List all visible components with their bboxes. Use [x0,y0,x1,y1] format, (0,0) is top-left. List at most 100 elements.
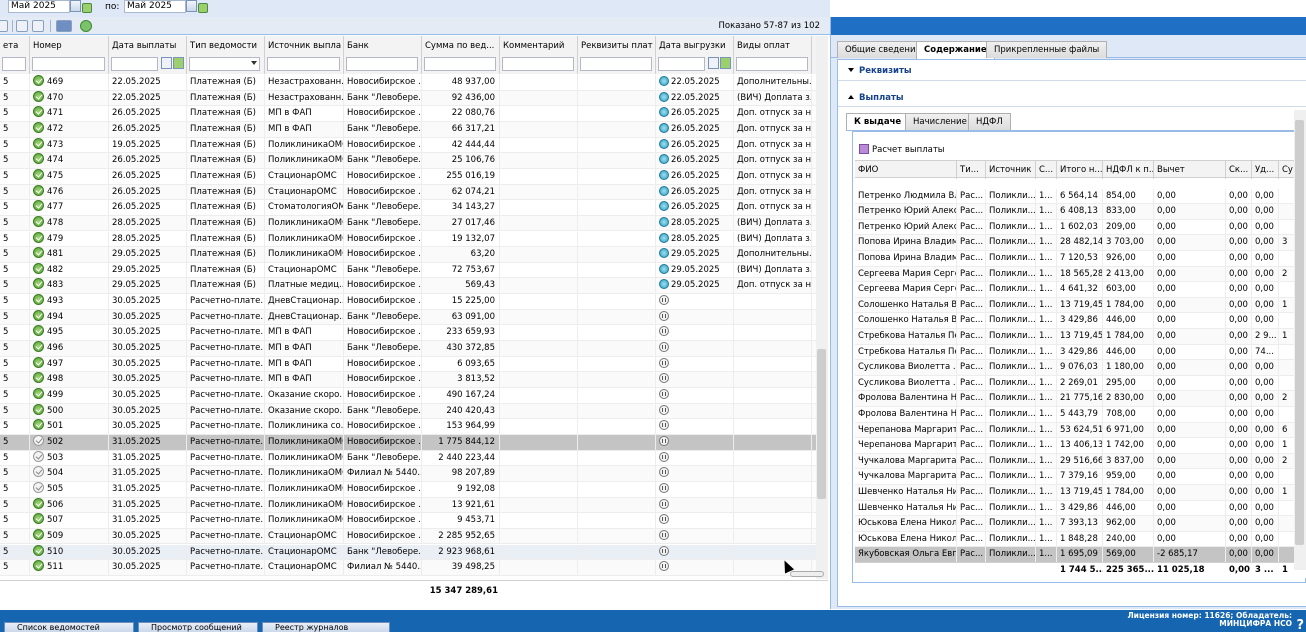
table-row[interactable]: 5 474 26.05.2025 Платежная (Б) ПоликлиникаОМ… [0,153,816,169]
employee-row[interactable]: Чучкалова Маргарита ... Рас... Поликли... 1… [855,469,1306,485]
employee-row[interactable]: Петренко Юрий Алекс... Рас... Поликли... 1.… [855,219,1306,236]
col-header-number[interactable]: Номер [30,36,109,74]
table-row[interactable]: 5 483 29.05.2025 Платежная (Б) Платные медиц… [0,278,816,295]
calendar-icon[interactable] [161,57,172,69]
employee-row[interactable]: Петренко Юрий Алекс... Рас... Поликли... 1.… [855,204,1306,220]
task-messages[interactable]: Просмотр сообщений [138,622,258,632]
employee-row[interactable]: Попова Ирина Владим... Рас... Поликли... 1.… [855,235,1306,251]
col-sk-header[interactable]: Ск... [1226,161,1252,179]
col-header-source[interactable]: Источник выплат [265,36,344,74]
help-icon[interactable]: ? [1296,618,1304,632]
task-statements-list[interactable]: Список ведомостей [4,622,134,632]
employees-vertical-scrollbar[interactable] [1294,110,1306,570]
chevron-down-icon[interactable] [249,57,260,69]
col-ud-header[interactable]: Уд... [1252,161,1279,179]
scroll-thumb[interactable] [817,349,826,499]
table-row[interactable]: 5 472 26.05.2025 Платежная (Б) МП в ФАП Банк … [0,121,816,138]
employee-row[interactable]: Сусликова Виолетта ... Рас... Поликли... 1.… [855,360,1306,376]
column-filter-input[interactable] [2,57,26,71]
table-row[interactable]: 5 473 19.05.2025 Платежная (Б) ПоликлиникаОМ… [0,137,816,154]
employee-row[interactable]: Фролова Валентина Н... Рас... Поликли... 1.… [855,407,1306,423]
date-from-field[interactable]: Май 2025 [8,0,70,13]
table-row[interactable]: 5 482 29.05.2025 Платежная (Б) СтационарОМС Б… [0,262,816,279]
table-row[interactable]: 5 471 26.05.2025 Платежная (Б) МП в ФАП Новос… [0,106,816,122]
employee-row[interactable]: Фролова Валентина Н... Рас... Поликли... 1.… [855,391,1306,407]
section-requisites[interactable]: Реквизиты [848,66,912,76]
tab-attached-files[interactable]: Прикрепленные файлы [986,41,1108,58]
column-filter-input[interactable] [736,57,808,71]
table-row[interactable]: 5 477 26.05.2025 Платежная (Б) СтоматологияО… [0,200,816,216]
add-icon[interactable] [0,20,8,32]
employee-row[interactable]: Шевченко Наталья Ни... Рас... Поликли... 1.… [855,500,1306,517]
table-row[interactable]: 5 506 31.05.2025 Расчетно-плате... Поликлини… [0,497,816,514]
column-filter-input[interactable] [658,57,705,71]
col-type-header[interactable]: Ти... [957,161,986,179]
table-row[interactable]: 5 498 30.05.2025 Расчетно-плате... МП в ФАП Н… [0,372,816,388]
employee-row[interactable]: Солошенко Наталья В... Рас... Поликли... 1.… [855,297,1306,314]
col-header-requisites[interactable]: Реквизиты плат... [578,36,656,74]
table-row[interactable]: 5 505 31.05.2025 Расчетно-плате... Поликлини… [0,481,816,498]
table-row[interactable]: 5 509 30.05.2025 Расчетно-плате... Стационар… [0,528,816,545]
employee-row[interactable]: Черепанова Маргарит... Рас... Поликли... 1.… [855,438,1306,454]
task-journals[interactable]: Реестр журналов [262,622,390,632]
column-filter-input[interactable] [502,57,574,71]
column-filter-input[interactable] [346,57,418,71]
table-row[interactable]: 5 479 28.05.2025 Платежная (Б) ПоликлиникаОМ… [0,231,816,248]
table-row[interactable]: 5 510 30.05.2025 Расчетно-плате... Стационар… [0,544,816,561]
col-s-header[interactable]: С... [1036,161,1057,179]
tab-content[interactable]: Содержание [916,41,995,59]
employee-row[interactable]: Якубовская Ольга Евг... Рас... Поликли... 1… [855,547,1306,562]
clear-date-icon[interactable] [82,3,92,13]
col-header-comment[interactable]: Комментарий [500,36,578,74]
employee-row[interactable]: Солошенко Наталья В... Рас... Поликли... 1.… [855,313,1306,329]
table-row[interactable]: 5 476 26.05.2025 Платежная (Б) СтационарОМС Н… [0,184,816,201]
employee-row[interactable]: Петренко Людмила Вл... Рас... Поликли... 1.… [855,188,1306,205]
employee-row[interactable]: Черепанова Маргарит... Рас... Поликли... 1.… [855,422,1306,439]
column-filter-input[interactable] [111,57,158,71]
table-row[interactable]: 5 501 30.05.2025 Расчетно-плате... Поликлини… [0,419,816,435]
tab-general[interactable]: Общие сведения [837,41,929,58]
col-header-pay-kinds[interactable]: Виды оплат [734,36,812,74]
printer-icon[interactable] [56,20,72,32]
col-total-accrued-header[interactable]: Итого н... [1057,161,1103,179]
employee-row[interactable]: Юськова Елена Никол... Рас... Поликли... 1.… [855,531,1306,548]
column-filter-input[interactable] [424,57,496,71]
calc-payment-button[interactable]: Расчет выплаты [859,143,945,157]
date-to-field[interactable]: Май 2025 [124,0,186,13]
calendar-icon[interactable] [70,0,81,12]
employee-row[interactable]: Сергеева Мария Серге...Рас...Поликли...1… [855,282,1306,298]
grid-vertical-scrollbar[interactable] [816,36,828,579]
col-header-c0[interactable]: ета [0,36,30,74]
clear-date-icon[interactable] [198,3,208,13]
calendar-icon[interactable] [186,0,197,12]
tab-accrual[interactable]: Начисление [905,113,975,130]
table-row[interactable]: 5 503 31.05.2025 Расчетно-плате... Поликлини… [0,450,816,467]
col-deduction-header[interactable]: Вычет [1154,161,1226,179]
employee-row[interactable]: Попова Ирина Владим... Рас... Поликли... 1.… [855,251,1306,267]
table-row[interactable]: 5 475 26.05.2025 Платежная (Б) СтационарОМС Н… [0,168,816,185]
table-row[interactable]: 5 507 31.05.2025 Расчетно-плате... Поликлини… [0,513,816,529]
column-filter-input[interactable] [32,57,105,71]
table-row[interactable]: 5 494 30.05.2025 Расчетно-плате... ДневСтаци… [0,309,816,326]
clear-filter-icon[interactable] [720,57,731,69]
horizontal-scrollbar-handle[interactable] [790,571,824,577]
column-filter-input[interactable] [580,57,652,71]
table-row[interactable]: 5 495 30.05.2025 Расчетно-плате... МП в ФАП Н… [0,325,816,342]
tab-ndfl[interactable]: НДФЛ [968,113,1011,130]
table-row[interactable]: 5 511 30.05.2025 Расчетно-плате... Стационар… [0,560,816,576]
table-row[interactable]: 5 478 28.05.2025 Платежная (Б) ПоликлиникаОМ… [0,215,816,232]
table-row[interactable]: 5 493 30.05.2025 Расчетно-плате... ДневСтаци… [0,294,816,310]
mail-icon[interactable] [16,20,28,32]
table-row[interactable]: 5 469 22.05.2025 Платежная (Б) Незастрахован… [0,75,816,91]
tab-to-issue[interactable]: К выдаче [846,113,910,130]
employee-row[interactable]: Стребкова Наталья Пе... Рас... Поликли... 1… [855,344,1306,361]
col-source-header[interactable]: Источник [986,161,1036,179]
table-row[interactable]: 5 502 31.05.2025 Расчетно-плате... Поликлини… [0,434,816,451]
column-filter-input[interactable] [267,57,340,71]
mail-icon[interactable] [32,20,44,32]
table-row[interactable]: 5 499 30.05.2025 Расчетно-плате... Оказание … [0,388,816,404]
employee-row[interactable]: Шевченко Наталья Ни... Рас... Поликли... 1.… [855,485,1306,501]
col-ndfl-header[interactable]: НДФЛ к п... [1103,161,1154,179]
col-fio-header[interactable]: ФИО [855,161,957,179]
section-payments[interactable]: Выплаты [848,93,904,103]
